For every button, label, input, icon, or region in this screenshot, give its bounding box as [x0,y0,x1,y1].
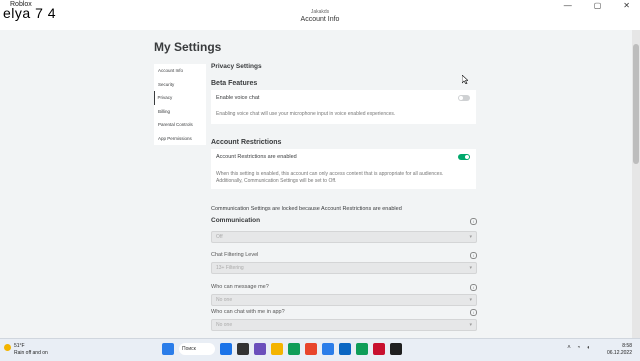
clock-time: 8:58 [622,343,632,349]
beta-features-card: Enable voice chat Enabling voice chat wi… [211,90,476,124]
edge-browser-icon[interactable] [271,343,283,355]
scrollbar-thumb[interactable] [633,44,639,164]
sidebar-item-parental-controls[interactable]: Parental Controls [154,118,206,132]
chrome-browser-icon[interactable] [288,343,300,355]
account-restrictions-description: When this setting is enabled, this accou… [216,171,444,184]
sidebar-item-billing[interactable]: Billing [154,105,206,119]
app-red-icon[interactable] [356,343,368,355]
app-green-icon[interactable] [339,343,351,355]
who-can-chat-value: No one [216,322,233,328]
who-can-message-select[interactable]: No one ▾ [211,294,477,306]
account-restrictions-label: Account Restrictions are enabled [216,154,297,160]
app-record-icon[interactable] [373,343,385,355]
file-explorer-icon[interactable] [254,343,266,355]
chat-filtering-select[interactable]: 13+ Filtering ▾ [211,262,477,274]
settings-sidebar: Account Info Security Privacy Billing Pa… [154,64,206,145]
chat-filtering-label: Chat Filtering Level [211,252,259,258]
taskbar-clock[interactable]: 8:58 06.12.2022 [607,343,632,357]
info-icon[interactable]: i [470,284,477,291]
roblox-icon[interactable] [390,343,402,355]
account-restrictions-toggle[interactable] [458,154,470,160]
search-label: Поиск [182,346,196,352]
sidebar-item-security[interactable]: Security [154,78,206,92]
weather-temp: 51°F [14,343,25,349]
windows-start-icon[interactable] [162,343,174,355]
weather-description: Rain off and on [14,350,48,356]
account-restrictions-heading: Account Restrictions [211,139,282,146]
info-icon[interactable]: i [470,309,477,316]
taskbar: 51°F Rain off and on Поиск ˄ ◔ ◖ 8:58 06… [0,338,640,361]
account-restrictions-card: Account Restrictions are enabled When th… [211,149,476,189]
taskbar-apps: Поиск [162,343,402,355]
taskbar-search[interactable]: Поиск [179,343,215,355]
communication-select[interactable]: Off ▾ [211,231,477,243]
voice-chat-toggle[interactable] [458,95,470,101]
chat-app-icon[interactable] [237,343,249,355]
weather-icon [4,344,11,351]
clock-date: 06.12.2022 [606,350,632,356]
info-icon[interactable]: i [470,218,477,225]
sidebar-item-account-info[interactable]: Account Info [154,64,206,78]
communication-locked-note: Communication Settings are locked becaus… [211,206,402,212]
communication-heading: Communication [211,217,261,224]
task-view-icon[interactable] [220,343,232,355]
system-tray: ˄ ◔ ◖ [567,345,590,351]
volume-icon[interactable]: ◖ [586,345,590,351]
chevron-down-icon: ▾ [469,265,472,271]
store-icon[interactable] [305,343,317,355]
mouse-cursor-icon [462,75,468,84]
sidebar-item-app-permissions[interactable]: App Permissions [154,132,206,146]
chat-filtering-value: 13+ Filtering [216,265,244,271]
info-icon[interactable]: i [470,252,477,259]
wifi-icon[interactable]: ◔ [577,345,581,351]
page-title: My Settings [154,40,222,54]
account-username: Jakakds [310,9,330,15]
chevron-down-icon: ▾ [469,322,472,328]
chevron-up-icon[interactable]: ˄ [567,345,571,351]
chevron-down-icon: ▾ [469,234,472,240]
who-can-message-value: No one [216,297,233,303]
window-title-bar: Roblox — ▢ ✕ Jakakds Account Info [0,0,640,30]
privacy-settings-heading: Privacy Settings [211,63,262,70]
voice-chat-label: Enable voice chat [216,95,260,101]
voice-chat-description: Enabling voice chat will use your microp… [216,111,396,117]
weather-widget[interactable]: 51°F Rain off and on [4,343,48,357]
overlay-watermark: elya 7 4 [3,5,57,21]
app-l-icon[interactable] [322,343,334,355]
account-header-title: Account Info [300,16,340,23]
sidebar-item-privacy[interactable]: Privacy [154,91,206,105]
beta-features-heading: Beta Features [211,80,258,87]
chevron-down-icon: ▾ [469,297,472,303]
who-can-message-label: Who can message me? [211,284,269,290]
account-header: Jakakds Account Info [0,9,640,23]
communication-value: Off [216,234,223,240]
who-can-chat-select[interactable]: No one ▾ [211,319,477,331]
who-can-chat-label: Who can chat with me in app? [211,309,285,315]
